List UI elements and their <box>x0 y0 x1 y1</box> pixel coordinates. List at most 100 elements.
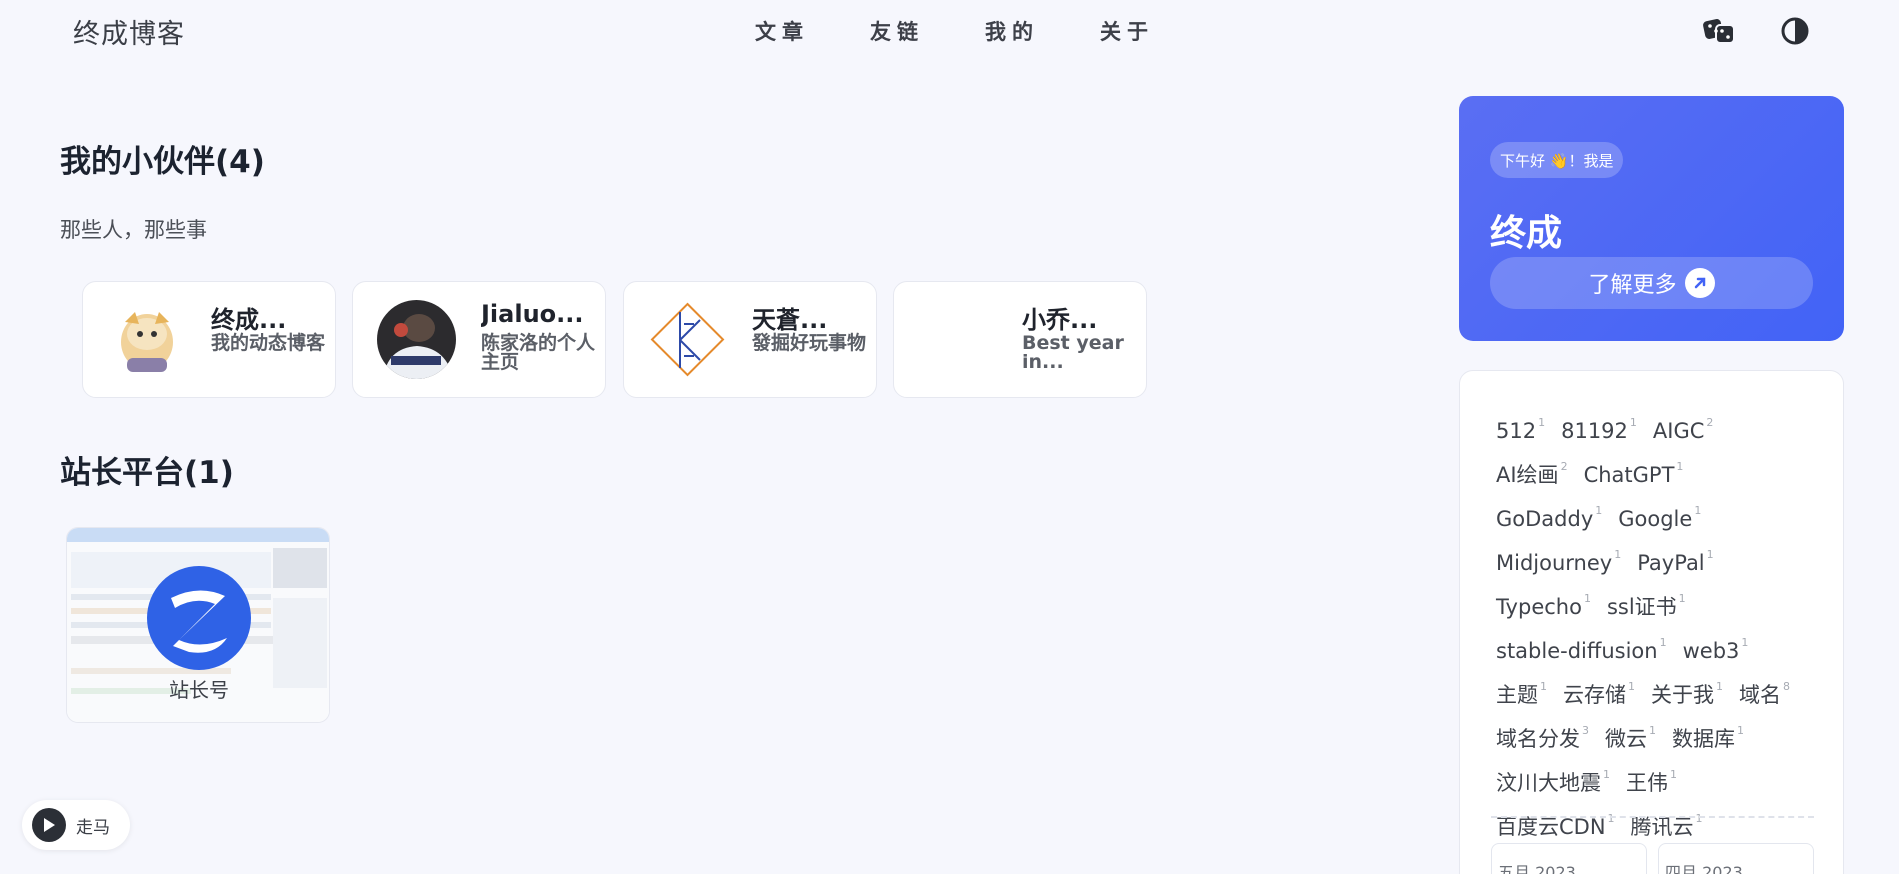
tag-count: 1 <box>1678 592 1686 605</box>
tag-count: 1 <box>1694 504 1702 517</box>
tag-count: 1 <box>1670 768 1677 781</box>
tag-item[interactable]: 云存储 1 <box>1563 665 1635 709</box>
platform-title: 站长平台(1) <box>60 455 234 491</box>
avatar <box>648 300 727 379</box>
tag-name: 百度云CDN <box>1496 815 1606 839</box>
tag-count: 8 <box>1783 680 1790 693</box>
tag-item[interactable]: 腾讯云 1 <box>1631 797 1703 841</box>
tag-item[interactable]: 王伟 1 <box>1626 753 1677 797</box>
tag-item[interactable]: 数据库 1 <box>1672 709 1744 753</box>
tag-count: 2 <box>1560 460 1568 473</box>
tag-count: 2 <box>1706 416 1714 429</box>
friend-name: 小乔... <box>1022 306 1098 334</box>
dice-icon[interactable] <box>1701 14 1737 48</box>
tag-name: Google <box>1618 507 1693 531</box>
tag-name: 关于我 <box>1651 683 1714 707</box>
friend-card[interactable]: 天蒼... 發掘好玩事物 <box>623 281 877 398</box>
tag-item[interactable]: 81192 1 <box>1561 401 1637 445</box>
tag-name: 域名 <box>1739 683 1781 707</box>
tag-count: 1 <box>1676 460 1684 473</box>
nav-articles[interactable]: 文章 <box>755 16 870 46</box>
friend-desc: 我的动态博客 <box>211 332 326 354</box>
tag-count: 3 <box>1582 724 1589 737</box>
tag-item[interactable]: ChatGPT 1 <box>1584 445 1684 489</box>
friend-desc: 陈家洛的个人主页 <box>481 332 596 373</box>
tag-name: 王伟 <box>1626 771 1668 795</box>
player-label: 走马 <box>76 817 110 838</box>
platform-label: 站长号 <box>169 678 229 702</box>
play-icon[interactable] <box>32 808 66 842</box>
site-title[interactable]: 终成博客 <box>73 12 185 51</box>
tag-item[interactable]: 域名 8 <box>1739 665 1790 709</box>
tag-item[interactable]: web3 1 <box>1683 621 1749 665</box>
tag-item[interactable]: stable-diffusion 1 <box>1496 621 1667 665</box>
tag-name: 腾讯云 <box>1630 815 1694 839</box>
friend-desc: 發掘好玩事物 <box>752 332 867 354</box>
avatar <box>918 300 997 379</box>
friend-card[interactable]: 终成... 我的动态博客 <box>82 281 336 398</box>
theme-toggle-icon[interactable] <box>1777 14 1813 48</box>
platform-card[interactable]: 站长号 <box>66 527 330 723</box>
tag-name: 域名分发 <box>1496 727 1580 751</box>
tag-name: 微云 <box>1605 727 1647 751</box>
tag-item[interactable]: ssl证书 1 <box>1607 577 1686 621</box>
tag-item[interactable]: 汶川大地震 1 <box>1496 753 1610 797</box>
tag-cloud-card: 512 1 81192 1 AIGC 2 AI绘画 2 ChatGPT 1 GoDaddy 1 Goog… <box>1459 370 1844 874</box>
tag-item[interactable]: Google 1 <box>1618 489 1701 533</box>
tag-count: 1 <box>1540 680 1547 693</box>
tag-item[interactable]: GoDaddy 1 <box>1496 489 1602 533</box>
tag-count: 1 <box>1741 636 1749 649</box>
tag-name: ChatGPT <box>1583 463 1675 487</box>
tag-count: 1 <box>1629 416 1637 429</box>
tag-count: 1 <box>1628 680 1635 693</box>
tag-name: 数据库 <box>1672 727 1735 751</box>
tag-item[interactable]: Typecho 1 <box>1496 577 1591 621</box>
tag-name: web3 <box>1682 639 1740 663</box>
tag-name: AIGC <box>1652 419 1705 443</box>
tag-name: 汶川大地震 <box>1496 771 1601 795</box>
main-nav: 文章 友链 我的 关于 <box>755 16 1215 46</box>
tag-item[interactable]: 百度云CDN 1 <box>1496 797 1615 841</box>
nav-mine[interactable]: 我的 <box>985 16 1100 46</box>
learn-more-label: 了解更多 <box>1588 273 1677 298</box>
tag-name: GoDaddy <box>1496 507 1594 531</box>
tag-name: Midjourney <box>1496 551 1613 575</box>
tag-item[interactable]: 微云 1 <box>1605 709 1656 753</box>
tag-item[interactable]: PayPal 1 <box>1637 533 1713 577</box>
tag-count: 1 <box>1583 592 1591 605</box>
tag-count: 1 <box>1695 812 1703 825</box>
friend-name: Jialuo... <box>481 300 584 328</box>
tag-item[interactable]: 域名分发 3 <box>1496 709 1589 753</box>
tag-count: 1 <box>1706 548 1714 561</box>
tag-name: 512 <box>1496 419 1537 443</box>
greeting-badge: 下午好 👋！我是 <box>1490 142 1624 178</box>
friend-name: 终成... <box>211 306 287 334</box>
tag-item[interactable]: Midjourney 1 <box>1496 533 1621 577</box>
tag-item[interactable]: AIGC 2 <box>1653 401 1714 445</box>
friend-card[interactable]: 小乔... Best year in... <box>893 281 1147 398</box>
friend-desc: Best year in... <box>1022 332 1124 373</box>
header-actions <box>1701 14 1813 48</box>
learn-more-button[interactable]: 了解更多 <box>1490 257 1813 309</box>
tag-count: 1 <box>1538 416 1546 429</box>
top-header: 终成博客 文章 友链 我的 关于 <box>0 0 1899 64</box>
tag-name: ssl证书 <box>1606 595 1677 619</box>
tag-item[interactable]: AI绘画 2 <box>1496 445 1568 489</box>
avatar <box>107 300 186 379</box>
author-name: 终成 <box>1490 213 1563 254</box>
tag-count: 1 <box>1614 548 1622 561</box>
tag-name: 81192 <box>1561 419 1628 443</box>
tag-item[interactable]: 关于我 1 <box>1651 665 1723 709</box>
music-player[interactable]: 走马 <box>22 800 130 850</box>
tag-item[interactable]: 512 1 <box>1496 401 1545 445</box>
nav-about[interactable]: 关于 <box>1100 16 1215 46</box>
tag-count: 1 <box>1659 636 1667 649</box>
archive-month[interactable]: 五月 2023 <box>1491 843 1647 874</box>
nav-links[interactable]: 友链 <box>870 16 985 46</box>
tag-item[interactable]: 主题 1 <box>1496 665 1547 709</box>
archive-month[interactable]: 四月 2023 <box>1658 843 1814 874</box>
tag-name: Typecho <box>1496 595 1582 619</box>
friend-card[interactable]: Jialuo... 陈家洛的个人主页 <box>352 281 606 398</box>
tag-count: 1 <box>1607 812 1615 825</box>
friends-subtitle: 那些人，那些事 <box>60 218 207 242</box>
